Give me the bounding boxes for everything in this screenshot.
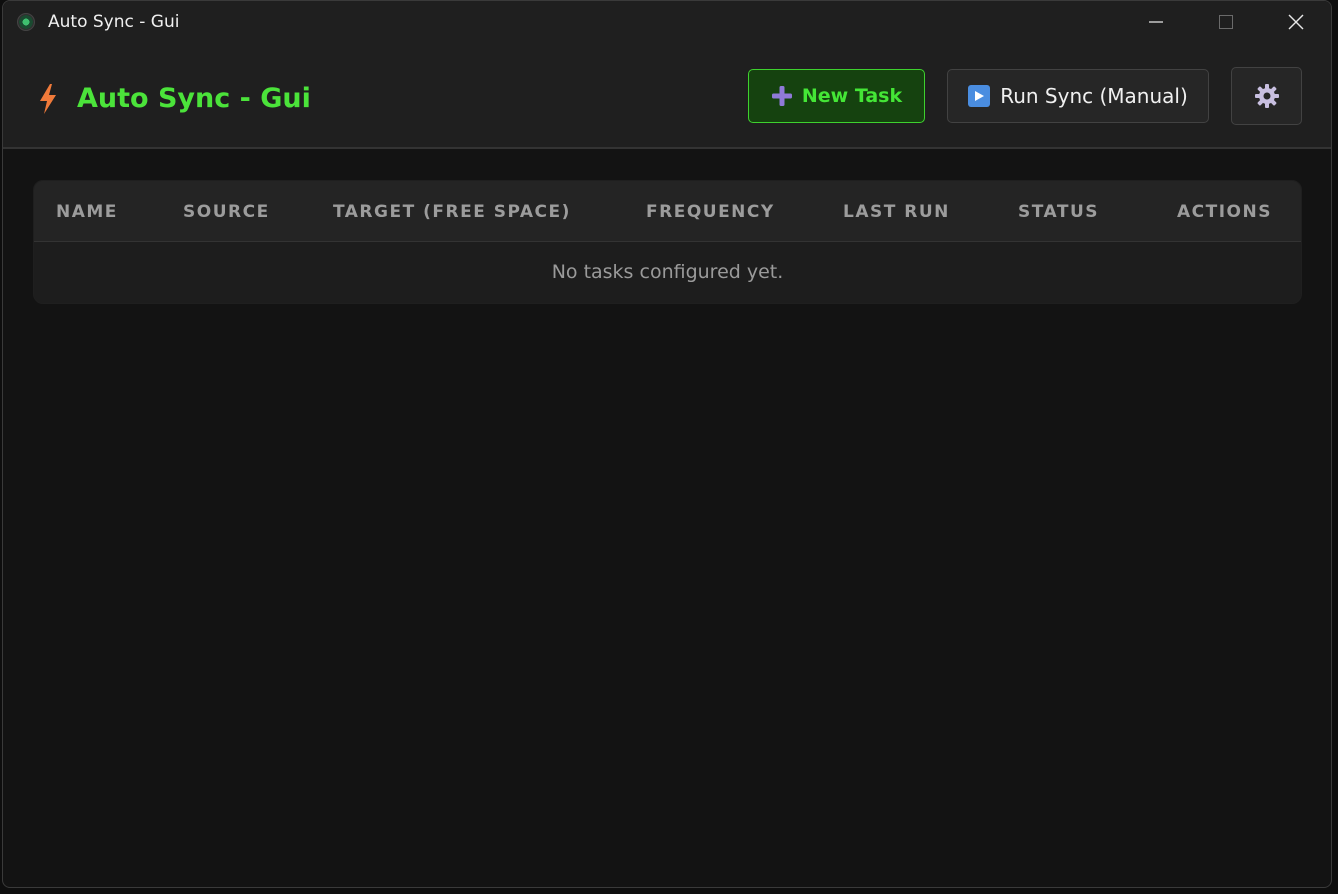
column-header-frequency[interactable]: FREQUENCY <box>646 202 775 222</box>
tasks-table: NAME SOURCE TARGET (FREE SPACE) FREQUENC… <box>33 180 1302 304</box>
column-header-actions[interactable]: ACTIONS <box>1177 202 1272 222</box>
page-title: Auto Sync - Gui <box>77 83 311 114</box>
play-icon <box>968 85 991 107</box>
close-button[interactable] <box>1261 1 1331 43</box>
table-header: NAME SOURCE TARGET (FREE SPACE) FREQUENC… <box>34 181 1301 242</box>
settings-button[interactable] <box>1231 67 1302 125</box>
app-icon <box>17 13 35 31</box>
minimize-button[interactable] <box>1121 1 1191 43</box>
app-window: Auto Sync - Gui Auto Sync - Gui New Task… <box>2 0 1332 888</box>
maximize-button[interactable] <box>1191 1 1261 43</box>
new-task-button[interactable]: New Task <box>748 69 925 123</box>
window-title: Auto Sync - Gui <box>48 12 180 32</box>
column-header-name[interactable]: NAME <box>56 202 118 222</box>
lightning-bolt-icon <box>40 83 56 114</box>
app-header: Auto Sync - Gui New Task Run Sync (Manua… <box>3 43 1331 149</box>
gear-icon <box>1254 84 1279 108</box>
plus-icon <box>771 86 792 106</box>
empty-state-message: No tasks configured yet. <box>551 261 784 283</box>
title-bar[interactable]: Auto Sync - Gui <box>3 1 1331 43</box>
column-header-target[interactable]: TARGET (FREE SPACE) <box>333 202 571 222</box>
minimize-icon <box>1149 21 1163 23</box>
maximize-icon <box>1219 15 1233 29</box>
column-header-status[interactable]: STATUS <box>1018 202 1099 222</box>
run-sync-label: Run Sync (Manual) <box>1000 84 1188 108</box>
run-sync-button[interactable]: Run Sync (Manual) <box>947 69 1209 123</box>
brand: Auto Sync - Gui <box>39 83 311 114</box>
column-header-source[interactable]: SOURCE <box>183 202 270 222</box>
close-icon <box>1288 14 1304 30</box>
window-controls <box>1121 1 1331 43</box>
new-task-label: New Task <box>801 85 903 107</box>
column-header-last-run[interactable]: LAST RUN <box>843 202 950 222</box>
